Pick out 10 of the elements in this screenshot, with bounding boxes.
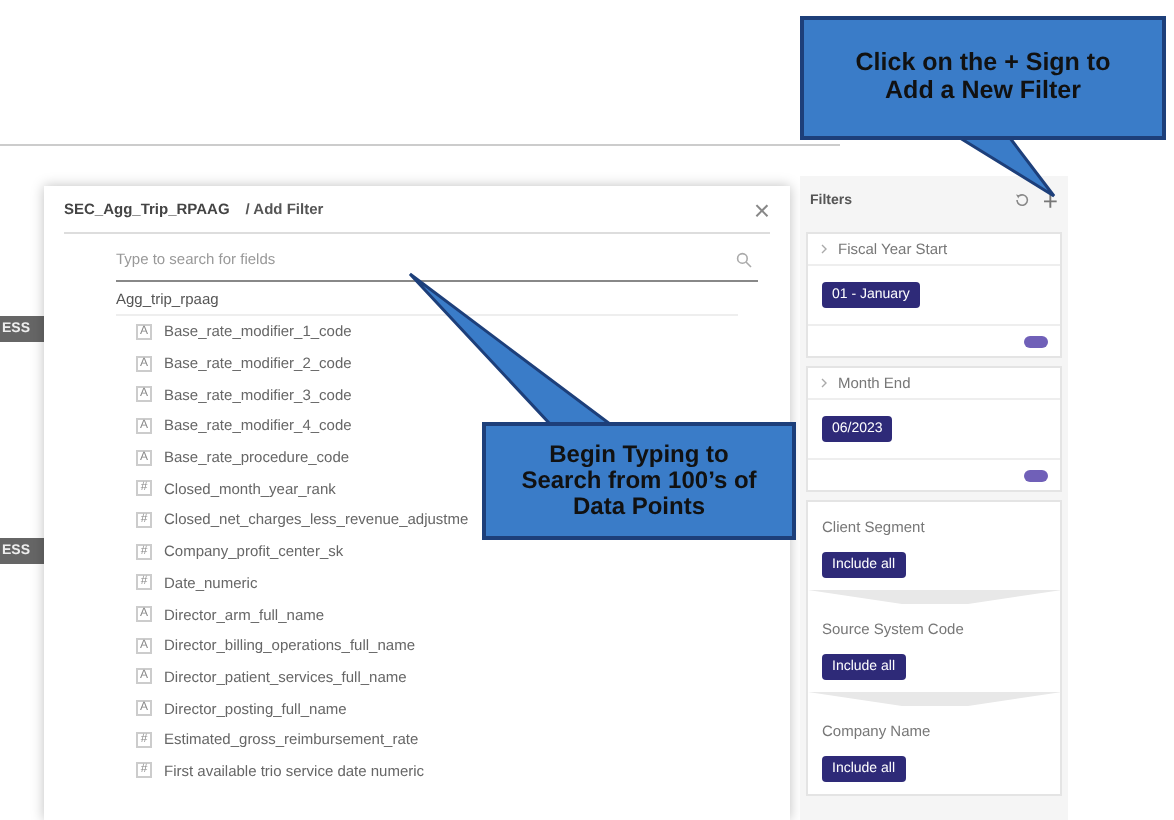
close-button[interactable]: × bbox=[753, 195, 770, 223]
add-filter-button[interactable]: + bbox=[1042, 187, 1058, 213]
toggle-switch[interactable] bbox=[1024, 469, 1048, 481]
toggle-switch[interactable] bbox=[1024, 335, 1048, 347]
reset-icon[interactable] bbox=[1014, 192, 1031, 208]
search-icon bbox=[736, 252, 752, 268]
callout-tooltip: Begin Typing to Search from 100’s of Data Points bbox=[482, 422, 796, 540]
chevron-icon[interactable] bbox=[820, 244, 828, 254]
callout-pointer bbox=[958, 136, 1056, 198]
chevron-icon[interactable] bbox=[820, 378, 828, 388]
